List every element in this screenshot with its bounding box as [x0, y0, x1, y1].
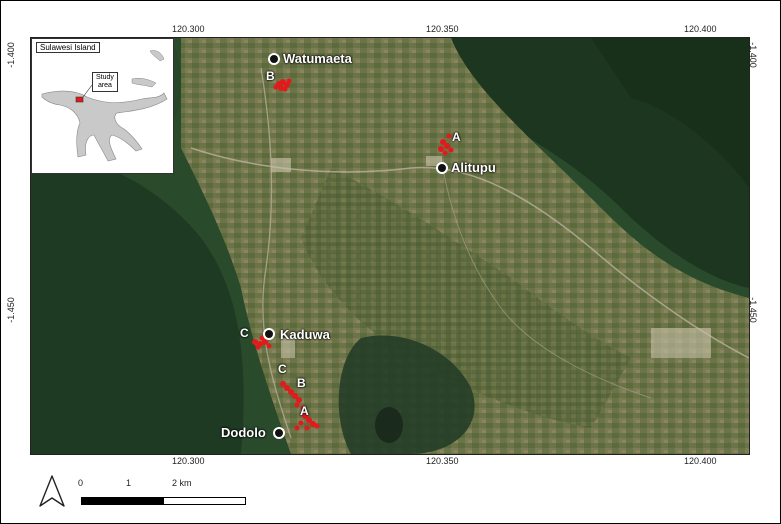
x-tick-top-1: 120.300	[172, 24, 205, 34]
site-label-dodolo-a: A	[300, 404, 309, 418]
locality-kaduwa: Kaduwa	[280, 327, 330, 342]
x-tick-bottom-2: 120.350	[426, 456, 459, 466]
x-tick-bottom-1: 120.300	[172, 456, 205, 466]
x-tick-top-2: 120.350	[426, 24, 459, 34]
y-tick-left-2: -1.450	[5, 297, 16, 323]
sulawesi-island-shape	[32, 39, 173, 173]
site-label-dodolo-c: C	[278, 362, 287, 376]
x-tick-bottom-3: 120.400	[684, 456, 717, 466]
scale-bar	[81, 492, 247, 505]
scale-label-0: 0	[78, 478, 84, 488]
alitupu-marker[interactable]	[436, 162, 448, 174]
site-label-dodolo-b: B	[297, 376, 306, 390]
y-tick-left-1: -1.400	[5, 42, 16, 68]
locality-alitupu: Alitupu	[451, 160, 496, 175]
site-label-alitupu-a: A	[452, 130, 461, 144]
locality-dodolo: Dodolo	[221, 425, 266, 440]
inset-map[interactable]: Sulawesi Island Study area	[31, 38, 174, 174]
locality-watumaeta: Watumaeta	[283, 51, 352, 66]
scale-label-1: 1	[126, 478, 132, 488]
inset-title: Sulawesi Island	[36, 42, 100, 53]
scale-label-2: 2 km	[172, 478, 192, 488]
watumaeta-marker[interactable]	[268, 53, 280, 65]
callout-line-1: Study	[96, 74, 114, 81]
site-label-kaduwa-c: C	[240, 326, 249, 340]
study-area-callout: Study area	[92, 72, 118, 92]
study-area-marker	[75, 96, 84, 103]
dodolo-marker[interactable]	[273, 427, 285, 439]
north-arrow-icon	[39, 475, 65, 507]
x-tick-top-3: 120.400	[684, 24, 717, 34]
site-label-watumaeta-b: B	[266, 69, 275, 83]
kaduwa-marker[interactable]	[263, 328, 275, 340]
callout-line-2: area	[97, 82, 112, 89]
